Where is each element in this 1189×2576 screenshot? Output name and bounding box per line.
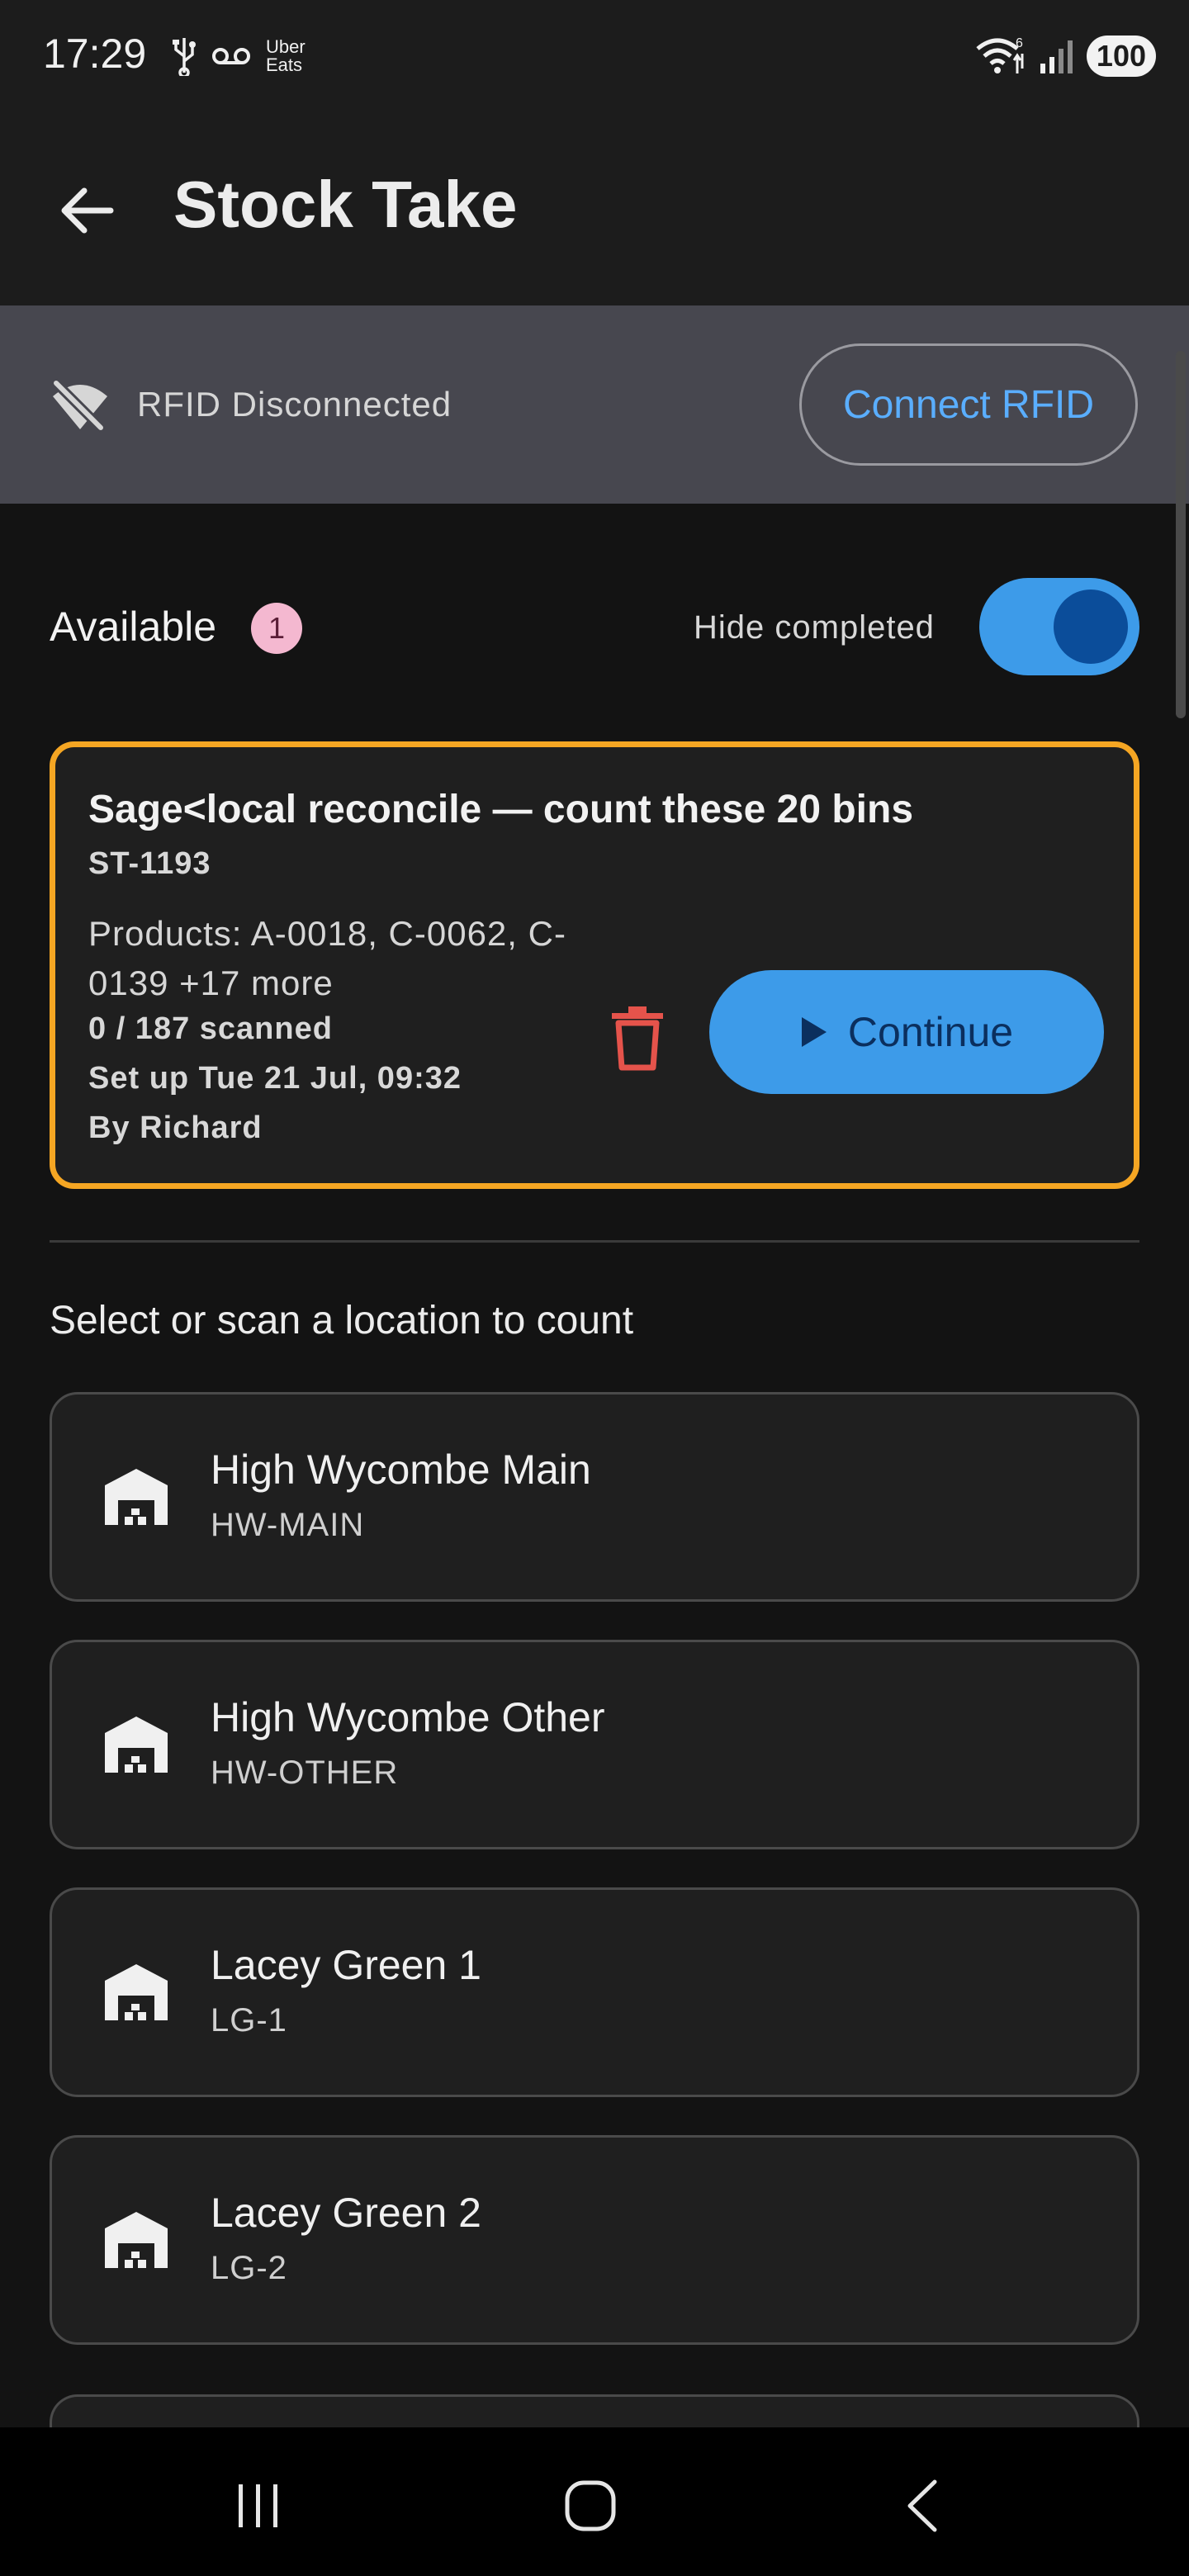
location-item[interactable]: High Wycombe Other HW-OTHER — [50, 1640, 1139, 1849]
warehouse-icon — [105, 1717, 168, 1773]
location-name: High Wycombe Main — [211, 1447, 591, 1493]
recents-button[interactable] — [221, 2473, 296, 2539]
stock-take-scanned: 0 / 187 scanned — [88, 1011, 333, 1046]
home-icon — [565, 2480, 616, 2531]
status-time: 17:29 — [43, 31, 147, 77]
status-system-icons: 6 100 — [974, 31, 1156, 81]
warehouse-icon — [105, 2212, 168, 2268]
hide-completed-toggle[interactable] — [979, 578, 1139, 675]
location-item[interactable]: Lacey Green 2 LG-2 — [50, 2135, 1139, 2345]
connect-rfid-button[interactable]: Connect RFID — [799, 343, 1138, 466]
signal-icon — [1040, 40, 1073, 73]
system-navigation-bar — [0, 2427, 1189, 2576]
location-name: High Wycombe Other — [211, 1694, 605, 1740]
hide-completed-label: Hide completed — [694, 609, 935, 646]
location-item[interactable]: Lacey Green 1 LG-1 — [50, 1887, 1139, 2097]
stock-take-products: Products: A-0018, C-0062, C-0139 +17 mor… — [88, 914, 566, 1002]
wifi-off-icon — [50, 378, 107, 433]
rfid-status-banner: RFID Disconnected Connect RFID — [0, 305, 1189, 504]
stock-take-title: Sage<local reconcile — count these 20 bi… — [88, 788, 914, 831]
uber-eats-icon: Uber Eats — [266, 38, 306, 74]
wifi-icon: 6 — [976, 36, 1024, 73]
stock-take-by: By Richard — [88, 1110, 263, 1145]
location-name: Lacey Green 2 — [211, 2190, 481, 2236]
stock-take-id: ST-1193 — [88, 846, 211, 881]
location-code: LG-2 — [211, 2250, 287, 2286]
continue-button[interactable]: Continue — [709, 970, 1104, 1094]
status-bar: 17:29 Uber Eats 6 100 — [0, 0, 1189, 116]
location-code: HW-MAIN — [211, 1507, 365, 1543]
wifi-sub-label: 6 — [1016, 36, 1023, 50]
uber-eats-line2: Eats — [266, 54, 303, 75]
continue-label: Continue — [847, 1009, 1014, 1055]
chevron-left-icon — [907, 2479, 937, 2532]
stock-take-card[interactable]: Sage<local reconcile — count these 20 bi… — [50, 741, 1139, 1189]
app-bar: Stock Take — [0, 116, 1189, 305]
back-nav-button[interactable] — [885, 2473, 959, 2539]
scrollbar-thumb[interactable] — [1176, 351, 1186, 718]
battery-indicator: 100 — [1086, 36, 1156, 77]
available-label: Available — [50, 604, 217, 650]
location-code: LG-1 — [211, 2002, 287, 2039]
warehouse-icon — [105, 1469, 168, 1525]
voicemail-icon — [212, 48, 250, 64]
home-button[interactable] — [553, 2473, 628, 2539]
delete-icon[interactable] — [609, 1005, 666, 1071]
location-name: Lacey Green 1 — [211, 1942, 481, 1988]
usb-icon — [173, 38, 196, 76]
stock-take-setup: Set up Tue 21 Jul, 09:32 — [88, 1061, 462, 1096]
warehouse-icon — [105, 1964, 168, 2020]
section-divider — [50, 1240, 1139, 1243]
location-code: HW-OTHER — [211, 1754, 399, 1791]
status-notification-icons: Uber Eats — [172, 33, 306, 79]
play-icon — [801, 1017, 827, 1047]
uber-eats-line1: Uber — [266, 36, 306, 57]
back-button[interactable] — [50, 173, 124, 248]
location-item[interactable]: High Wycombe Main HW-MAIN — [50, 1392, 1139, 1602]
toggle-knob — [1054, 590, 1128, 664]
page-title: Stock Take — [173, 168, 518, 241]
recents-icon — [239, 2484, 277, 2527]
arrow-left-icon — [61, 187, 114, 234]
locations-heading: Select or scan a location to count — [50, 1299, 634, 1342]
available-count-badge: 1 — [251, 603, 302, 654]
rfid-status-text: RFID Disconnected — [137, 385, 452, 424]
